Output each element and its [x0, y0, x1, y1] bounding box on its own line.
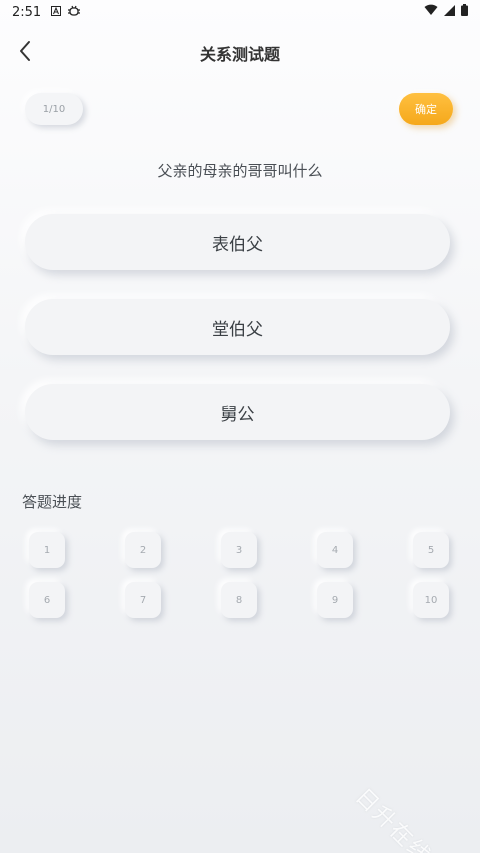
progress-item-5[interactable]: 5	[413, 532, 449, 568]
status-time: 2:51	[12, 4, 42, 20]
status-bar: 2:51	[0, 0, 480, 24]
back-button[interactable]	[10, 38, 40, 68]
watermark: 日升在线	[350, 784, 436, 853]
progress-item-6[interactable]: 6	[29, 582, 65, 618]
progress-item-8[interactable]: 8	[221, 582, 257, 618]
chevron-left-icon	[18, 40, 32, 66]
question-text: 父亲的母亲的哥哥叫什么	[157, 162, 323, 180]
font-a-icon	[51, 5, 62, 19]
page-title: 关系测试题	[199, 45, 280, 64]
answer-option-1[interactable]: 表伯父	[25, 214, 450, 270]
progress-item-10[interactable]: 10	[413, 582, 449, 618]
bug-icon	[67, 5, 81, 20]
answer-option-2[interactable]: 堂伯父	[25, 299, 450, 355]
answer-option-3[interactable]: 舅公	[25, 384, 450, 440]
progress-item-2[interactable]: 2	[125, 532, 161, 568]
nav-bar: 关系测试题	[0, 30, 480, 76]
progress-item-4[interactable]: 4	[317, 532, 353, 568]
wifi-icon	[424, 4, 438, 20]
progress-item-7[interactable]: 7	[125, 582, 161, 618]
question-progress: 1/10	[25, 93, 83, 125]
battery-icon	[461, 4, 468, 20]
signal-icon	[444, 4, 455, 20]
answer-progress-label: 答题进度	[22, 493, 83, 511]
status-right-icons	[424, 4, 468, 20]
confirm-button[interactable]: 确定	[399, 93, 453, 125]
progress-item-9[interactable]: 9	[317, 582, 353, 618]
progress-item-1[interactable]: 1	[29, 532, 65, 568]
progress-item-3[interactable]: 3	[221, 532, 257, 568]
